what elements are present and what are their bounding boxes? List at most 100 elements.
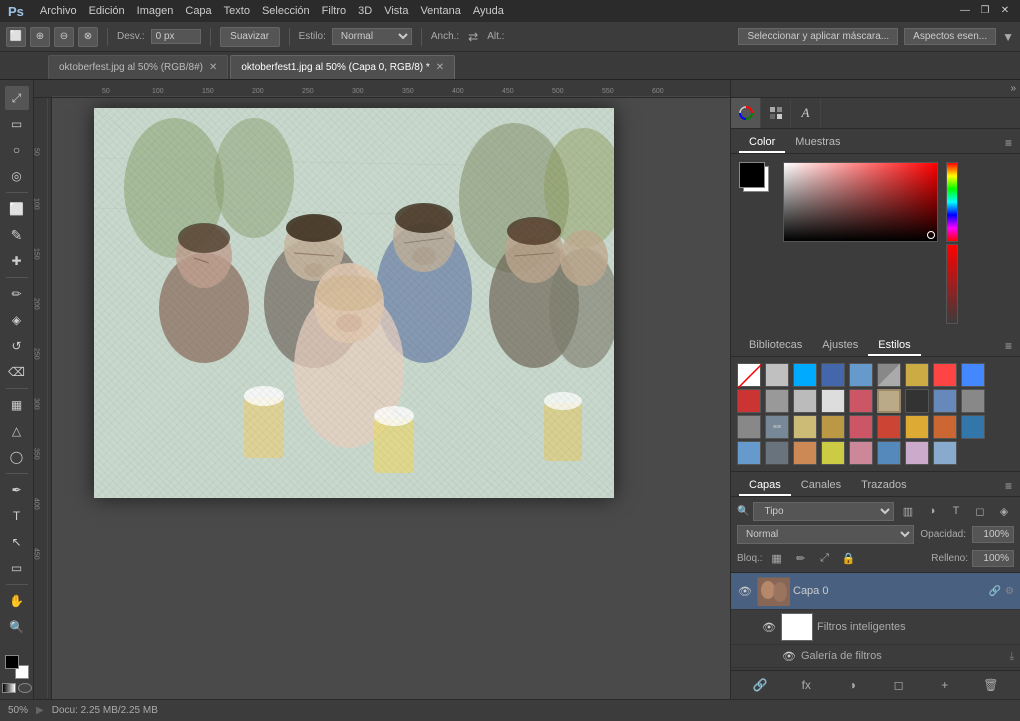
swatch-7[interactable] [933, 363, 957, 387]
layers-panel-menu-icon[interactable]: ≡ [1005, 479, 1012, 493]
selection-mode-btn3[interactable]: ⊖ [54, 27, 74, 47]
tab-muestras[interactable]: Muestras [785, 133, 850, 153]
foreground-color-box[interactable] [5, 655, 19, 669]
swatch-30[interactable] [821, 441, 845, 465]
swatch-15[interactable] [905, 389, 929, 413]
tab-bibliotecas[interactable]: Bibliotecas [739, 336, 812, 356]
tool-quick-select[interactable]: ◎ [5, 164, 29, 188]
close-button[interactable]: ✕ [998, 4, 1012, 18]
tab-capas[interactable]: Capas [739, 476, 791, 496]
new-layer-btn[interactable]: + [935, 675, 955, 695]
swatch-16[interactable] [933, 389, 957, 413]
delete-layer-btn[interactable]: 🗑 [981, 675, 1001, 695]
layer-filter-adj-btn[interactable]: ◑ [922, 501, 942, 521]
lock-all-btn[interactable]: 🔒 [839, 548, 859, 568]
swatch-5[interactable] [877, 363, 901, 387]
menu-archivo[interactable]: Archivo [40, 5, 77, 17]
fill-input[interactable] [972, 550, 1014, 567]
tool-dodge[interactable]: ◯ [5, 445, 29, 469]
swatch-6[interactable] [905, 363, 929, 387]
swatch-2[interactable] [793, 363, 817, 387]
minimize-button[interactable]: — [958, 4, 972, 18]
swatch-23[interactable] [877, 415, 901, 439]
menu-seleccion[interactable]: Selección [262, 5, 310, 17]
swatch-34[interactable] [933, 441, 957, 465]
menu-vista[interactable]: Vista [384, 5, 408, 17]
panel-icon-1[interactable] [731, 98, 761, 128]
hue-bar[interactable] [946, 162, 958, 242]
panel-icon-3[interactable]: A [791, 98, 821, 128]
quick-mask-btn[interactable] [2, 683, 16, 693]
tool-eyedropper[interactable]: ✎ [5, 223, 29, 247]
tab-ajustes[interactable]: Ajustes [812, 336, 868, 356]
swatch-8[interactable] [961, 363, 985, 387]
lock-position-btn[interactable]: ⤢ [815, 548, 835, 568]
color-panel-menu-icon[interactable]: ≡ [1005, 136, 1012, 150]
tool-shapes[interactable]: ▭ [5, 556, 29, 580]
select-mask-btn[interactable]: Seleccionar y aplicar máscara... [738, 28, 898, 45]
tab-close-1[interactable]: ✕ [436, 62, 444, 73]
swatch-10[interactable] [765, 389, 789, 413]
layer-vis-filtros[interactable]: 👁 [761, 619, 777, 635]
menu-filtro[interactable]: Filtro [322, 5, 346, 17]
screen-mode-btn[interactable] [18, 683, 32, 693]
collapse-arrows-icon[interactable]: » [1010, 83, 1016, 94]
menu-3d[interactable]: 3D [358, 5, 372, 17]
layer-filter-text-btn[interactable]: T [946, 501, 966, 521]
swatch-19[interactable]: ≡≡ [765, 415, 789, 439]
layer-vis-capa0[interactable]: 👁 [737, 583, 753, 599]
swatch-20[interactable] [793, 415, 817, 439]
swatch-17[interactable] [961, 389, 985, 413]
layer-item-galeria[interactable]: 👁 Galería de filtros ⤓ [731, 645, 1020, 668]
tab-oktoberfest1[interactable]: oktoberfest1.jpg al 50% (Capa 0, RGB/8) … [230, 55, 455, 79]
tool-path-select[interactable]: ↖ [5, 530, 29, 554]
layer-filter-shape-btn[interactable]: ◻ [970, 501, 990, 521]
opacity-input[interactable] [972, 526, 1014, 543]
tab-oktoberfest[interactable]: oktoberfest.jpg al 50% (RGB/8#) ✕ [48, 55, 228, 79]
swatch-25[interactable] [933, 415, 957, 439]
tool-hand[interactable]: ✋ [5, 589, 29, 613]
lock-transparent-btn[interactable]: ▦ [767, 548, 787, 568]
tool-heal[interactable]: ✚ [5, 249, 29, 273]
panel-menu-options[interactable]: ▼ [1002, 30, 1014, 44]
alpha-bar[interactable] [946, 244, 958, 324]
swatch-26[interactable] [961, 415, 985, 439]
layer-delete-icon[interactable]: ⤓ [1010, 651, 1014, 662]
new-group-btn[interactable]: ◻ [889, 675, 909, 695]
swatch-3[interactable] [821, 363, 845, 387]
selection-mode-btn4[interactable]: ⊗ [78, 27, 98, 47]
swatch-21[interactable] [821, 415, 845, 439]
foreground-swatch[interactable] [739, 162, 765, 188]
tab-color[interactable]: Color [739, 133, 785, 153]
foreground-background-colors[interactable] [5, 655, 29, 679]
tool-blur[interactable]: △ [5, 419, 29, 443]
tool-text[interactable]: T [5, 504, 29, 528]
desv-input[interactable] [151, 29, 201, 44]
swatch-24[interactable] [905, 415, 929, 439]
swatch-29[interactable] [793, 441, 817, 465]
add-style-btn[interactable]: fx [796, 675, 816, 695]
tool-brush[interactable]: ✏ [5, 282, 29, 306]
canvas-image[interactable] [94, 108, 614, 498]
menu-edicion[interactable]: Edición [89, 5, 125, 17]
swatch-0[interactable] [737, 363, 761, 387]
tool-pen[interactable]: ✒ [5, 478, 29, 502]
tab-close-0[interactable]: ✕ [209, 62, 217, 73]
panel-icon-2[interactable] [761, 98, 791, 128]
link-layers-btn[interactable]: 🔗 [750, 675, 770, 695]
tool-lasso[interactable]: ○ [5, 138, 29, 162]
swatch-13[interactable] [849, 389, 873, 413]
swatch-33[interactable] [905, 441, 929, 465]
swatch-4[interactable] [849, 363, 873, 387]
layer-filter-smart-btn[interactable]: ◈ [994, 501, 1014, 521]
menu-capa[interactable]: Capa [185, 5, 211, 17]
selection-mode-btn1[interactable]: ⬜ [6, 27, 26, 47]
tool-history-brush[interactable]: ↺ [5, 334, 29, 358]
color-swatches-fg-bg[interactable] [739, 162, 775, 198]
tab-trazados[interactable]: Trazados [851, 476, 916, 496]
layer-item-filtros[interactable]: 👁 Filtros inteligentes [731, 610, 1020, 645]
lock-pixels-btn[interactable]: ✏ [791, 548, 811, 568]
tool-crop[interactable]: ⬜ [5, 197, 29, 221]
swatch-22[interactable] [849, 415, 873, 439]
layer-filter-pixel-btn[interactable]: ▥ [898, 501, 918, 521]
